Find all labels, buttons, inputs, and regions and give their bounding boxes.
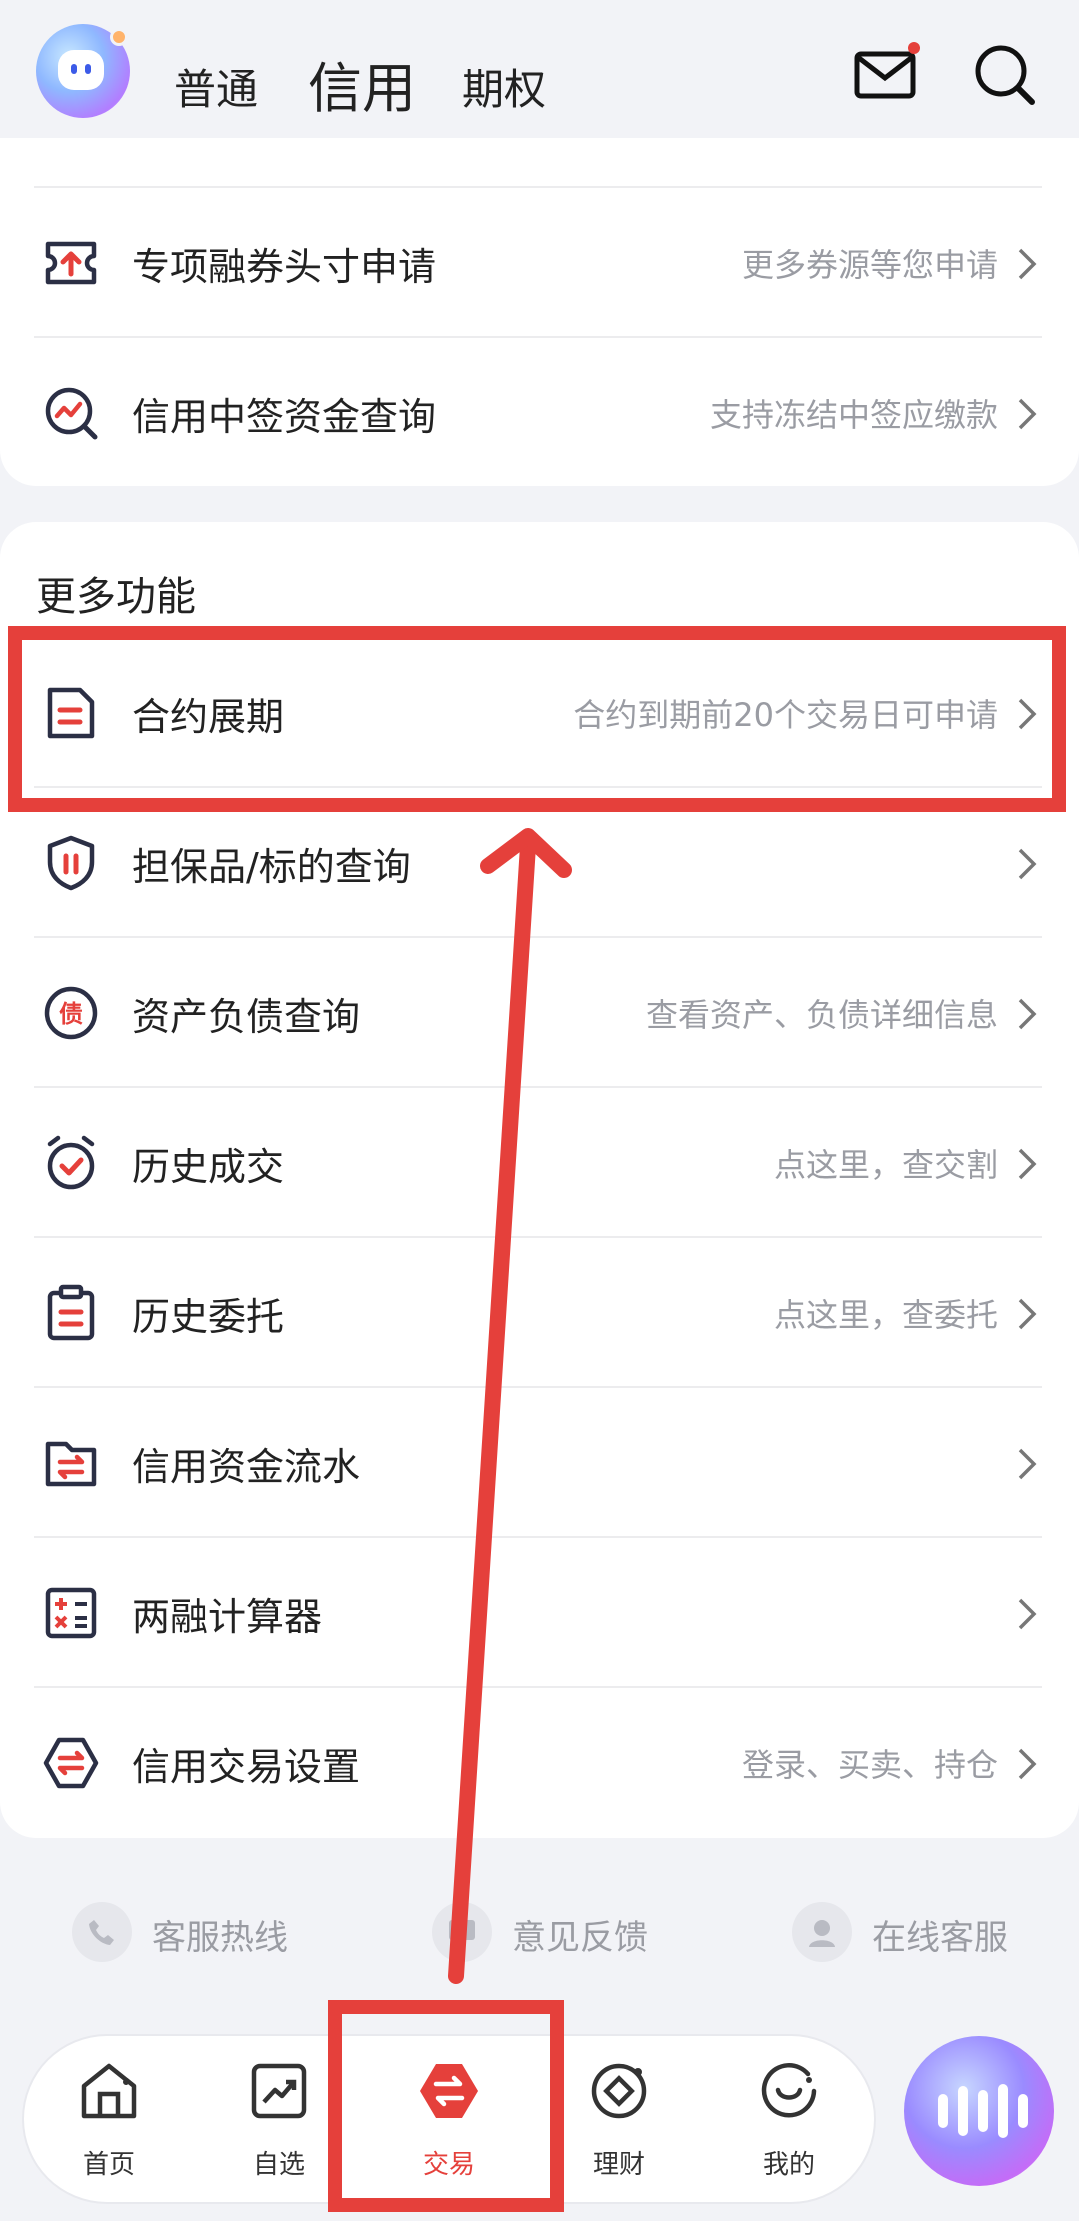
row-assets-liabilities-query[interactable]: 债 资产负债查询 查看资产、负债详细信息 — [34, 938, 1042, 1088]
tab-options[interactable]: 期权 — [462, 56, 546, 117]
clipboard-icon — [47, 1284, 95, 1341]
section-title: 更多功能 — [36, 574, 196, 620]
chevron-right-icon — [1018, 1148, 1037, 1180]
row-label: 专项融券头寸申请 — [132, 245, 437, 289]
tab-normal[interactable]: 普通 — [174, 56, 258, 117]
row-credit-trade-settings[interactable]: 信用交易设置 登录、买卖、持仓 — [34, 1688, 1042, 1838]
credit-services-card: 专项融券头寸申请 更多券源等您申请 信用中签资金查询 支持冻结中签应缴款 — [0, 138, 1079, 486]
row-hint: 点这里，查委托 — [773, 1296, 998, 1334]
row-label: 担保品/标的查询 — [132, 845, 411, 889]
chevron-right-icon — [1018, 1448, 1037, 1480]
chevron-right-icon — [1018, 848, 1037, 880]
row-label: 信用中签资金查询 — [132, 395, 437, 439]
chevron-right-icon — [1018, 998, 1037, 1030]
svg-text:债: 债 — [59, 1000, 83, 1028]
row-hint: 更多券源等您申请 — [741, 246, 998, 284]
row-hint: 查看资产、负债详细信息 — [645, 996, 998, 1034]
nav-mine[interactable]: 我的 — [704, 2036, 874, 2202]
profile-icon — [761, 2063, 817, 2118]
settings-transfer-icon — [43, 1737, 99, 1789]
chart-search-icon — [45, 387, 98, 440]
chevron-right-icon — [1018, 1598, 1037, 1630]
row-hint: 支持冻结中签应缴款 — [709, 396, 998, 434]
row-history-orders[interactable]: 历史委托 点这里，查委托 — [34, 1238, 1042, 1388]
wealth-icon — [591, 2063, 647, 2119]
row-label: 信用交易设置 — [132, 1745, 361, 1789]
nav-home[interactable]: 首页 — [24, 2036, 194, 2202]
row-special-short-quota[interactable]: 专项融券头寸申请 更多券源等您申请 — [34, 188, 1042, 338]
row-credit-fund-flow[interactable]: 信用资金流水 — [34, 1388, 1042, 1538]
chevron-right-icon — [1018, 248, 1037, 280]
top-header: 普通 信用 期权 — [0, 0, 1079, 138]
agent-icon — [792, 1902, 852, 1962]
mail-icon[interactable] — [852, 40, 922, 110]
row-ipo-funds-query[interactable]: 信用中签资金查询 支持冻结中签应缴款 — [34, 338, 1042, 488]
tab-credit[interactable]: 信用 — [308, 44, 416, 123]
row-label: 资产负债查询 — [132, 995, 361, 1039]
search-icon[interactable] — [970, 40, 1040, 110]
chevron-right-icon — [1018, 1298, 1037, 1330]
shield-icon — [47, 835, 95, 891]
home-icon — [81, 2063, 137, 2119]
row-hint: 点这里，查交割 — [773, 1146, 998, 1184]
row-margin-calculator[interactable]: 两融计算器 — [34, 1538, 1042, 1688]
ticket-up-icon — [45, 241, 97, 285]
assistant-logo-icon[interactable] — [36, 24, 130, 118]
debt-badge-icon: 债 — [44, 986, 98, 1040]
highlight-box-contract-extension — [8, 626, 1066, 812]
highlight-box-trade-tab — [328, 2000, 564, 2212]
alarm-check-icon — [47, 1135, 95, 1190]
voice-assistant-button[interactable] — [904, 2036, 1054, 2186]
phone-icon — [72, 1902, 132, 1962]
trend-icon — [251, 2063, 307, 2119]
row-history-deals[interactable]: 历史成交 点这里，查交割 — [34, 1088, 1042, 1238]
folder-transfer-icon — [45, 1441, 97, 1487]
row-label: 历史委托 — [132, 1295, 285, 1339]
chevron-right-icon — [1018, 1748, 1037, 1780]
row-hint: 登录、买卖、持仓 — [741, 1746, 998, 1784]
row-label: 两融计算器 — [132, 1595, 323, 1639]
calculator-icon — [45, 1587, 97, 1639]
feedback-icon — [432, 1902, 492, 1962]
row-label: 信用资金流水 — [132, 1445, 361, 1489]
row-label: 历史成交 — [132, 1145, 285, 1189]
chevron-right-icon — [1018, 398, 1037, 430]
